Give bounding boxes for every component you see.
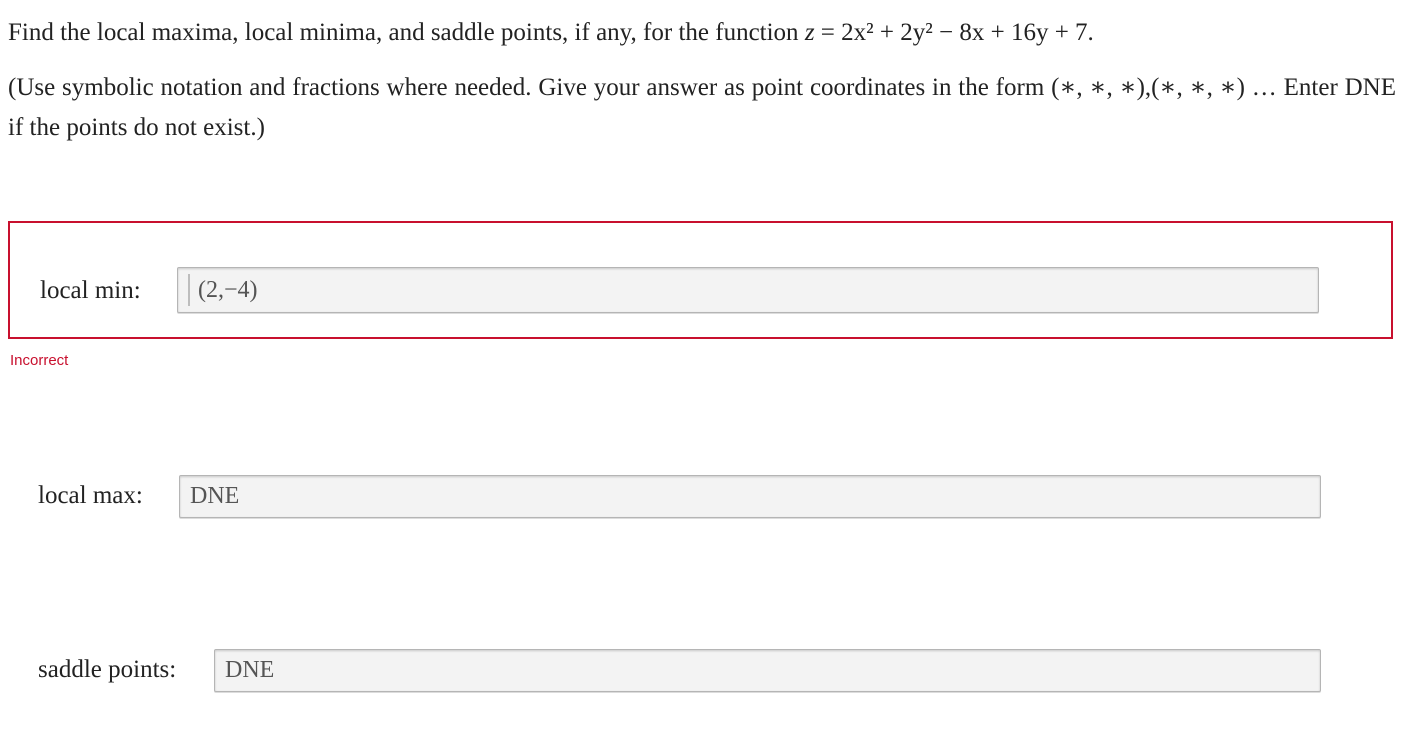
- question-text: Find the local maxima, local minima, and…: [8, 14, 1398, 51]
- local-min-input[interactable]: (2,−4): [177, 267, 1319, 313]
- question-period: .: [1087, 19, 1094, 46]
- local-max-label: local max:: [38, 482, 143, 509]
- local-max-value: DNE: [190, 483, 240, 509]
- local-max-input[interactable]: DNE: [179, 475, 1321, 518]
- saddle-points-input[interactable]: DNE: [214, 649, 1321, 692]
- input-cursor-bar: [188, 274, 190, 306]
- incorrect-status: Incorrect: [10, 352, 69, 369]
- saddle-points-value: DNE: [225, 657, 275, 683]
- answer-instructions: (Use symbolic notation and fractions whe…: [8, 74, 1396, 141]
- question-prefix: Find the local maxima, local minima, and…: [8, 19, 799, 46]
- local-min-value: (2,−4): [198, 276, 258, 303]
- local-min-label: local min:: [40, 277, 141, 304]
- function-expression: 2x² + 2y² − 8x + 16y + 7: [841, 19, 1088, 46]
- equals-sign: =: [814, 19, 842, 46]
- function-variable: z: [804, 19, 815, 46]
- saddle-points-label: saddle points:: [38, 656, 177, 683]
